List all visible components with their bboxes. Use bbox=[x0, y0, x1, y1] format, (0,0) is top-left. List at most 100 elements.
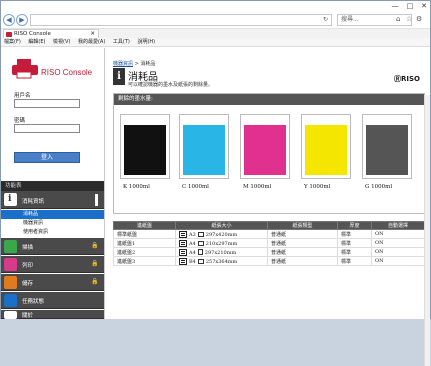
sidebar-item-scan[interactable]: 掃描 🔒 bbox=[1, 238, 104, 255]
scan-icon bbox=[4, 240, 17, 253]
orientation-icon bbox=[197, 249, 203, 255]
ink-fill-c bbox=[183, 125, 225, 175]
url-input[interactable] bbox=[30, 14, 332, 26]
sidebar-subitem-machine-info[interactable]: 機器資訊 bbox=[1, 219, 104, 228]
tray-name: 進紙盤3 bbox=[113, 256, 176, 266]
sidebar-item-label: 掃描 bbox=[22, 245, 34, 251]
breadcrumb-link-machine-info[interactable]: 機器資訊 bbox=[113, 61, 133, 67]
print-icon bbox=[4, 258, 17, 271]
ink-label-k: K 1000ml bbox=[123, 184, 150, 190]
tray-name: 進紙盤1 bbox=[113, 238, 176, 248]
tab-riso-console[interactable]: RISO Console ✕ bbox=[3, 29, 99, 38]
login-button[interactable]: 登入 bbox=[14, 152, 80, 163]
ink-cartridge-k bbox=[120, 114, 170, 179]
sidebar-subitem-user-info[interactable]: 使用者資訊 bbox=[1, 228, 104, 237]
info-icon: i bbox=[113, 68, 125, 85]
expand-indicator bbox=[95, 194, 98, 206]
paper-tray-table: 進紙盤 紙張大小 紙張類型 厚度 自動選擇 標準紙盤 A3 297x420mm 普… bbox=[113, 221, 425, 266]
ink-fill-k bbox=[124, 125, 166, 175]
ink-fill-y bbox=[305, 125, 347, 175]
menu-edit[interactable]: 編輯(E) bbox=[28, 39, 45, 45]
sidebar-subitem-consumables[interactable]: 消耗品 bbox=[1, 210, 104, 219]
ink-cartridge-y bbox=[301, 114, 351, 179]
home-icon[interactable]: ⌂ bbox=[396, 15, 400, 23]
favorites-star-icon[interactable]: ☆ bbox=[406, 15, 412, 23]
column-header-auto-select: 自動選擇 bbox=[371, 221, 425, 230]
page-scrollbar[interactable] bbox=[424, 95, 430, 366]
tray-icon bbox=[179, 257, 187, 265]
menu-tools[interactable]: 工具(T) bbox=[113, 39, 130, 45]
ink-label-g: G 1000ml bbox=[365, 184, 393, 190]
menu-favorites[interactable]: 我的最愛(A) bbox=[78, 39, 105, 45]
close-window-button[interactable]: ✕ bbox=[418, 1, 430, 11]
function-menu-header: 功能表 bbox=[1, 181, 104, 191]
sidebar-item-label: 消耗資訊 bbox=[22, 199, 45, 205]
menu-file[interactable]: 檔案(F) bbox=[4, 39, 21, 45]
menu-help[interactable]: 說明(H) bbox=[137, 39, 155, 45]
riso-logo: RISO Console bbox=[9, 56, 99, 86]
thickness: 標準 bbox=[337, 229, 372, 239]
paper-size-cell: A4 297x210mm bbox=[175, 247, 268, 257]
ink-fill-m bbox=[244, 125, 286, 175]
search-input[interactable]: 搜尋... bbox=[337, 14, 412, 26]
username-input[interactable] bbox=[14, 99, 80, 108]
paper-dims: 297x210mm bbox=[204, 249, 237, 256]
tab-close-icon[interactable]: ✕ bbox=[90, 30, 95, 38]
paper-dims: 257x364mm bbox=[205, 258, 238, 265]
paper-dims: 210x297mm bbox=[205, 240, 238, 247]
ink-panel-title: 剩餘的墨水量: bbox=[114, 94, 424, 105]
menu-view[interactable]: 檢視(V) bbox=[53, 39, 70, 45]
lock-icon: 🔒 bbox=[91, 278, 99, 285]
orientation-icon bbox=[197, 258, 204, 264]
paper-size-cell: A4 210x297mm bbox=[175, 238, 268, 248]
job-status-icon bbox=[4, 294, 17, 307]
paper-size: A4 bbox=[189, 240, 196, 247]
forward-icon[interactable]: ▶ bbox=[16, 14, 28, 26]
ink-cartridge-g bbox=[362, 114, 412, 179]
paper-size-cell: A3 297x420mm bbox=[175, 229, 268, 239]
thickness: 標準 bbox=[337, 256, 372, 266]
password-label: 密碼 bbox=[14, 118, 26, 124]
column-header-paper-type: 紙張類型 bbox=[267, 221, 338, 230]
back-icon[interactable]: ◀ bbox=[3, 14, 15, 26]
auto-select: ON bbox=[371, 238, 425, 248]
about-icon bbox=[4, 311, 17, 319]
tray-icon bbox=[179, 230, 187, 238]
sidebar-item-label: 儲存 bbox=[22, 281, 34, 287]
sidebar-item-consumables-info[interactable]: i 消耗資訊 bbox=[1, 191, 104, 209]
paper-type: 普通紙 bbox=[267, 238, 338, 248]
tab-title: RISO Console bbox=[14, 31, 51, 37]
lock-icon: 🔒 bbox=[91, 242, 99, 249]
sidebar-item-storage[interactable]: 儲存 🔒 bbox=[1, 274, 104, 291]
sidebar-item-job-status[interactable]: 任務狀態 bbox=[1, 292, 104, 309]
thickness: 標準 bbox=[337, 247, 372, 257]
auto-select: ON bbox=[371, 247, 425, 257]
printer-logo-icon bbox=[12, 59, 38, 79]
ink-label-y: Y 1000ml bbox=[304, 184, 331, 190]
minimize-button[interactable]: — bbox=[389, 1, 401, 11]
lock-icon: 🔒 bbox=[91, 260, 99, 267]
page-area: RISO Console 用戶名 密碼 登入 功能表 i 消耗資訊 消耗品 機器… bbox=[1, 48, 430, 366]
paper-size: B4 bbox=[189, 258, 196, 265]
password-input[interactable] bbox=[14, 124, 80, 133]
storage-icon bbox=[4, 276, 17, 289]
paper-size: A3 bbox=[189, 231, 196, 238]
sidebar-item-print[interactable]: 列印 🔒 bbox=[1, 256, 104, 273]
tray-icon bbox=[179, 239, 187, 247]
printer-info-icon: i bbox=[4, 193, 17, 206]
riso-brand-logo: ⓇRISO bbox=[394, 75, 420, 83]
paper-size: A4 bbox=[189, 249, 196, 256]
tab-favicon-icon bbox=[6, 32, 12, 37]
tray-icon bbox=[179, 248, 187, 256]
refresh-icon[interactable]: ↻ bbox=[323, 16, 328, 23]
column-header-tray: 進紙盤 bbox=[113, 221, 176, 230]
tab-strip: RISO Console ✕ bbox=[1, 29, 430, 38]
ink-remaining-panel: 剩餘的墨水量: K 1000ml C 1000ml M 1000ml Y 100… bbox=[113, 93, 425, 214]
logo-text: RISO Console bbox=[41, 68, 93, 77]
maximize-button[interactable]: □ bbox=[404, 1, 416, 11]
sidebar-item-about[interactable]: 關於 bbox=[1, 310, 104, 319]
table-row: 進紙盤2 A4 297x210mm 普通紙 標準 ON bbox=[113, 247, 425, 257]
paper-type: 普通紙 bbox=[267, 256, 338, 266]
ink-cartridge-c bbox=[179, 114, 229, 179]
settings-gear-icon[interactable]: ⚙ bbox=[416, 15, 422, 23]
